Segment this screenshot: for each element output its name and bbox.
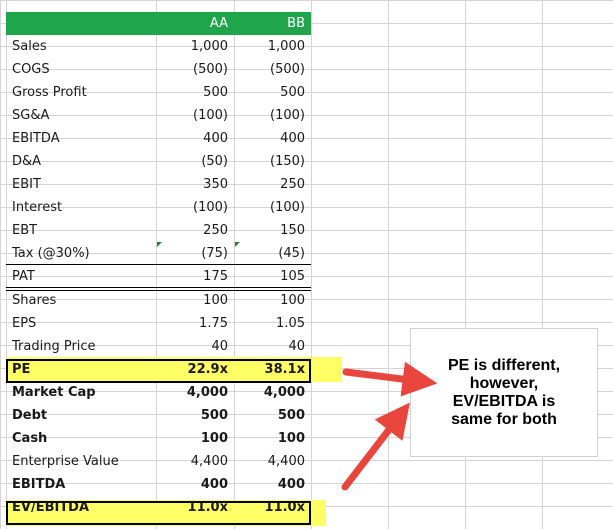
arrow-to-callout-from-ev (341, 402, 410, 491)
arrows (341, 361, 438, 491)
arrow-to-callout-from-pe (342, 361, 438, 397)
